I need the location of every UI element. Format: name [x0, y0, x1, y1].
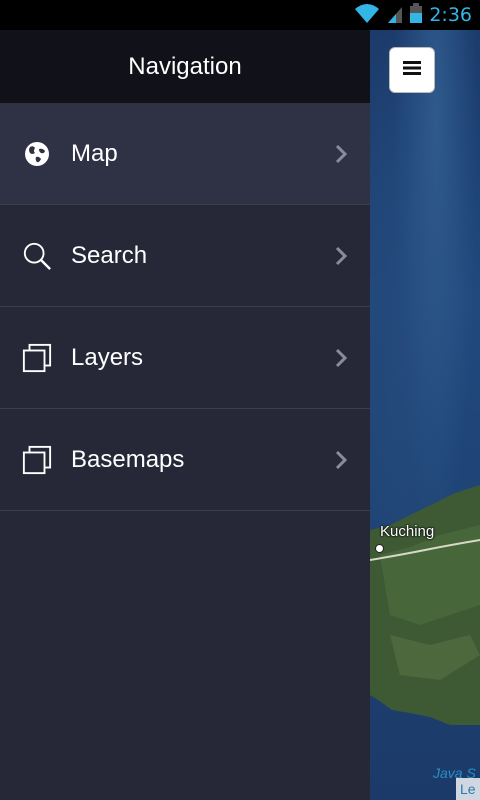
- nav-list: Map Search Layers Basemaps: [0, 103, 370, 511]
- chevron-right-icon: [332, 346, 350, 370]
- battery-icon: [409, 2, 423, 29]
- layers-icon: [22, 445, 52, 475]
- menu-button[interactable]: [389, 47, 435, 93]
- map-view[interactable]: [370, 30, 480, 800]
- signal-icon: [387, 2, 403, 29]
- nav-item-label: Map: [71, 139, 118, 167]
- map-place-marker: [375, 544, 384, 553]
- map-place-label: Kuching: [380, 523, 435, 540]
- nav-item-label: Search: [71, 241, 148, 269]
- search-icon: [22, 241, 52, 271]
- land-mass: [370, 485, 480, 725]
- chevron-right-icon: [332, 142, 350, 166]
- drawer-header: Navigation: [0, 30, 370, 103]
- nav-item-search[interactable]: Search: [0, 205, 370, 307]
- wifi-icon: [353, 2, 381, 29]
- chevron-right-icon: [332, 244, 350, 268]
- nav-item-map[interactable]: Map: [0, 103, 370, 205]
- nav-item-basemaps[interactable]: Basemaps: [0, 409, 370, 511]
- nav-item-label: Basemaps: [71, 445, 185, 473]
- hamburger-icon: [403, 60, 421, 80]
- status-bar: 2:36: [0, 0, 480, 30]
- navigation-drawer: Navigation Map Search Layers Basemaps: [0, 30, 370, 800]
- clock: 2:36: [429, 4, 472, 26]
- status-icons: 2:36: [353, 0, 472, 30]
- nav-item-label: Layers: [71, 343, 144, 371]
- nav-item-layers[interactable]: Layers: [0, 307, 370, 409]
- drawer-title: Navigation: [128, 52, 242, 80]
- map-attribution[interactable]: Le: [456, 778, 480, 800]
- globe-icon: [22, 139, 52, 169]
- chevron-right-icon: [332, 448, 350, 472]
- layers-icon: [22, 343, 52, 373]
